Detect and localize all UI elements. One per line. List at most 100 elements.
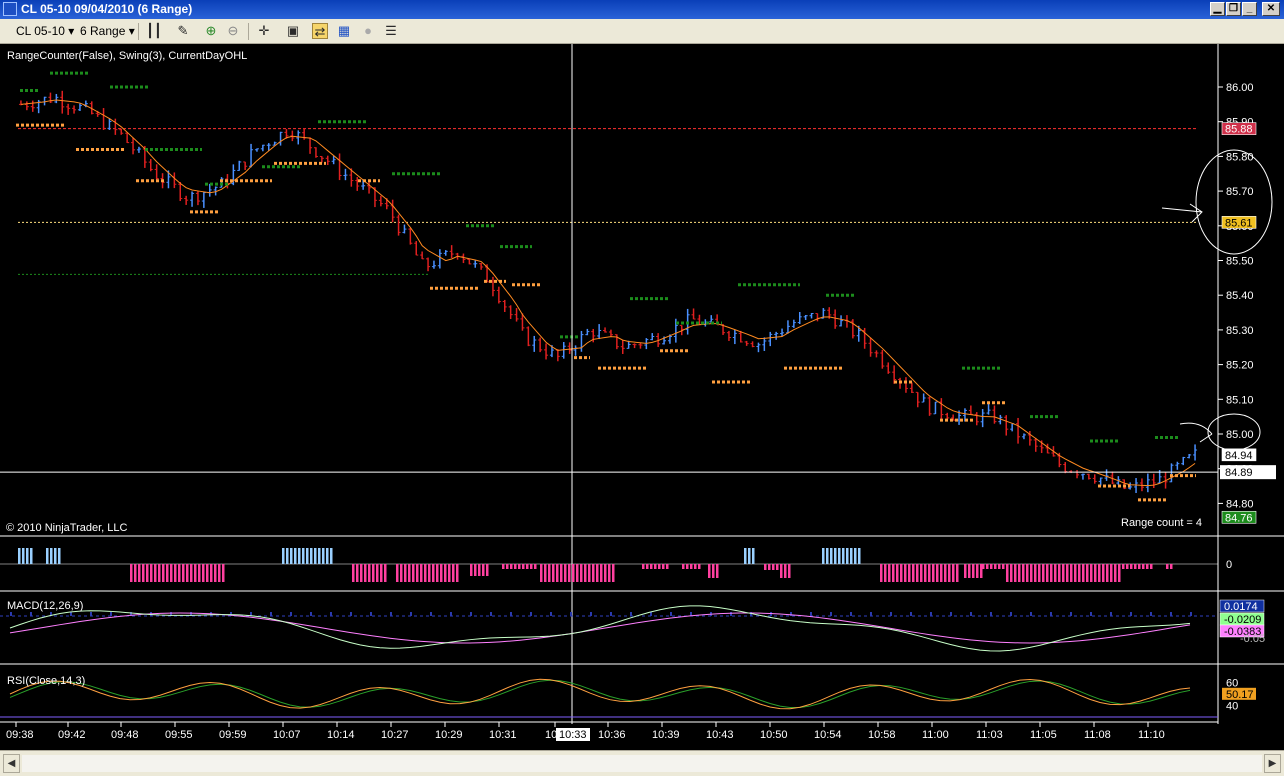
histogram-bar: [456, 564, 459, 582]
histogram-bar: [940, 564, 943, 582]
price-tick-label: 85.50: [1226, 256, 1254, 268]
histogram-bar: [314, 548, 317, 564]
macd-histogram-bar: [90, 612, 92, 616]
histogram-bar: [1050, 564, 1053, 582]
maximize-button[interactable]: ❐: [1226, 2, 1241, 16]
macd-value-label: 0.0174: [1224, 601, 1258, 613]
histogram-bar: [780, 564, 783, 578]
zoom-out-icon[interactable]: ⊖: [225, 23, 241, 39]
macd-histogram-bar: [350, 612, 352, 616]
day-open-marker: 85.61: [1225, 217, 1253, 229]
histogram-bar: [822, 548, 825, 564]
histogram-bar: [1014, 564, 1017, 582]
x-axis-label: 10:27: [381, 729, 409, 741]
histogram-bar: [506, 564, 509, 569]
price-tick-label: 85.20: [1226, 360, 1254, 372]
histogram-bar: [1146, 564, 1149, 569]
scrollbar-track[interactable]: [22, 755, 1262, 772]
histogram-bar: [588, 564, 591, 582]
histogram-bar: [564, 564, 567, 582]
histogram-bar: [380, 564, 383, 582]
close-button[interactable]: ✕: [1262, 2, 1280, 16]
histogram-bar: [916, 564, 919, 582]
horizontal-scrollbar[interactable]: ◀ ▶: [0, 750, 1284, 776]
histogram-bar: [162, 564, 165, 582]
price-tick-label: 85.30: [1226, 325, 1254, 337]
x-axis-label: 10:50: [760, 729, 788, 741]
histogram-bar: [222, 564, 225, 582]
rsi-value-label: 50.17: [1226, 689, 1254, 701]
histogram-bar: [1018, 564, 1021, 582]
histogram-bar: [18, 548, 21, 564]
histogram-bar: [964, 564, 967, 578]
histogram-bar: [416, 564, 419, 582]
crosshair-icon[interactable]: ✛: [256, 23, 272, 39]
histogram-bar: [452, 564, 455, 582]
draw-pen-icon[interactable]: ✎: [175, 23, 191, 39]
histogram-bar: [842, 548, 845, 564]
histogram-bar: [482, 564, 485, 576]
macd-histogram-bar: [450, 612, 452, 616]
histogram-bar: [932, 564, 935, 582]
histogram-bar: [690, 564, 693, 569]
histogram-bar: [54, 548, 57, 564]
histogram-bar: [1006, 564, 1009, 582]
histogram-bar: [154, 564, 157, 582]
histogram-bar: [600, 564, 603, 582]
strategies-icon[interactable]: ▦: [336, 23, 352, 39]
histogram-bar: [440, 564, 443, 582]
histogram-bar: [572, 564, 575, 582]
histogram-bar: [372, 564, 375, 582]
histogram-bar: [698, 564, 701, 569]
histogram-bar: [514, 564, 517, 569]
zoom-in-icon[interactable]: ⊕: [203, 23, 219, 39]
cursor-price-marker: 84.89: [1225, 467, 1253, 479]
histogram-bar: [368, 564, 371, 582]
histogram-bar: [1166, 564, 1169, 569]
macd-histogram-bar: [310, 612, 312, 616]
histogram-bar: [1002, 564, 1005, 569]
price-tick-label: 85.10: [1226, 394, 1254, 406]
histogram-bar: [1086, 564, 1089, 582]
restore-down-button[interactable]: ▁: [1210, 2, 1225, 16]
instrument-selector[interactable]: CL 05-10 ▾: [16, 22, 74, 40]
histogram-bar: [322, 548, 325, 564]
minimize-button[interactable]: _: [1242, 2, 1257, 16]
histogram-bar: [142, 564, 145, 582]
chart-canvas[interactable]: 86.0085.9085.8085.7085.6085.5085.4085.30…: [0, 44, 1284, 750]
macd-histogram-bar: [650, 612, 652, 616]
scroll-left-arrow-icon[interactable]: ◀: [3, 754, 20, 773]
x-axis-label: 10:43: [706, 729, 734, 741]
histogram-bar: [356, 564, 359, 582]
properties-icon[interactable]: ●: [360, 23, 376, 39]
histogram-bar: [694, 564, 697, 569]
histogram-bar: [968, 564, 971, 578]
histogram-bar: [858, 548, 861, 564]
histogram-bar: [568, 564, 571, 582]
more-icon[interactable]: ☰: [383, 23, 399, 39]
histogram-bar: [1034, 564, 1037, 582]
macd-histogram-bar: [790, 612, 792, 616]
scroll-right-arrow-icon[interactable]: ▶: [1264, 754, 1281, 773]
period-selector[interactable]: 6 Range ▾: [80, 22, 135, 40]
histogram-bar: [912, 564, 915, 582]
histogram-bar: [838, 548, 841, 564]
histogram-bar: [174, 564, 177, 582]
histogram-bar: [764, 564, 767, 570]
histogram-bar: [1150, 564, 1153, 569]
data-box-icon[interactable]: ▣: [285, 23, 301, 39]
bar-chart-icon[interactable]: ┃┃: [146, 23, 162, 39]
histogram-bar: [282, 548, 285, 564]
histogram-bar: [58, 548, 61, 564]
histogram-bar: [986, 564, 989, 569]
histogram-bar: [190, 564, 193, 582]
macd-histogram-bar: [1110, 612, 1112, 616]
price-tick-label: 85.40: [1226, 290, 1254, 302]
chart-area[interactable]: 86.0085.9085.8085.7085.6085.5085.4085.30…: [0, 44, 1284, 750]
indicators-icon[interactable]: ⇄: [312, 23, 328, 39]
histogram-bar: [1082, 564, 1085, 582]
macd-value-label: -0.0209: [1224, 614, 1261, 626]
histogram-bar: [198, 564, 201, 582]
histogram-bar: [1114, 564, 1117, 582]
histogram-bar: [432, 564, 435, 582]
